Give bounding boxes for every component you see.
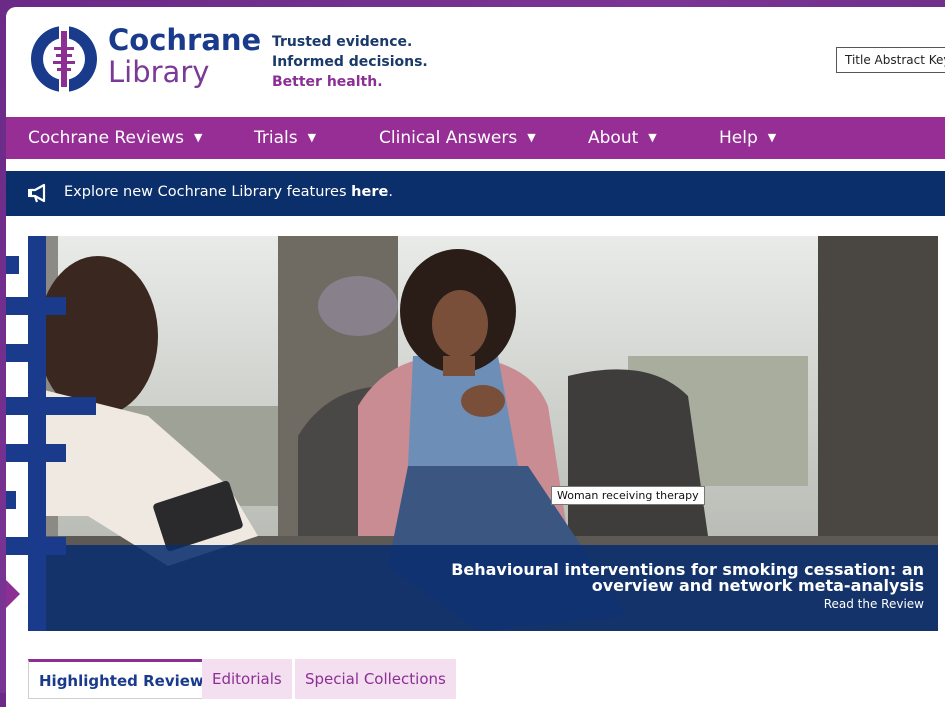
decor-bar bbox=[28, 236, 46, 631]
decor-bar bbox=[6, 344, 46, 362]
nav-item-cochrane-reviews[interactable]: Cochrane Reviews ▼ bbox=[28, 117, 202, 159]
image-tooltip: Woman receiving therapy bbox=[551, 486, 705, 505]
tab-special-collections[interactable]: Special Collections bbox=[295, 659, 456, 699]
hero-caption[interactable]: Behavioural interventions for smoking ce… bbox=[46, 545, 938, 631]
read-review-link[interactable]: Read the Review bbox=[824, 597, 924, 611]
tagline: Trusted evidence. Informed decisions. Be… bbox=[272, 32, 428, 92]
nav-item-clinical-answers[interactable]: Clinical Answers ▼ bbox=[379, 117, 536, 159]
tab-editorials[interactable]: Editorials bbox=[202, 659, 292, 699]
brand-name[interactable]: Cochrane bbox=[108, 25, 261, 55]
announcement-bar: Explore new Cochrane Library features he… bbox=[6, 171, 945, 216]
announcement-suffix: . bbox=[388, 184, 393, 200]
caret-down-icon: ▼ bbox=[767, 131, 777, 144]
search-scope-select[interactable]: Title Abstract Keyword bbox=[836, 47, 945, 73]
nav-item-about[interactable]: About ▼ bbox=[588, 117, 657, 159]
nav-item-label: About bbox=[588, 128, 639, 148]
main-nav: Cochrane Reviews ▼ Trials ▼ Clinical Answe… bbox=[6, 117, 945, 159]
megaphone-icon bbox=[28, 183, 46, 203]
decor-bar bbox=[6, 444, 66, 462]
announcement-link[interactable]: here bbox=[351, 184, 388, 200]
caret-down-icon: ▼ bbox=[307, 131, 317, 144]
caret-down-icon: ▼ bbox=[648, 131, 657, 144]
nav-item-help[interactable]: Help ▼ bbox=[719, 117, 776, 159]
browser-page: Cochrane Library Trusted evidence. Infor… bbox=[6, 7, 945, 707]
nav-item-trials[interactable]: Trials ▼ bbox=[254, 117, 316, 159]
nav-item-label: Help bbox=[719, 128, 758, 148]
decor-bar bbox=[6, 537, 66, 555]
announcement-text: Explore new Cochrane Library features he… bbox=[64, 184, 393, 200]
brand-subname[interactable]: Library bbox=[108, 57, 209, 87]
decor-bar bbox=[6, 491, 16, 509]
tagline-line-3: Better health. bbox=[272, 74, 383, 90]
decor-bar bbox=[6, 297, 66, 315]
nav-item-label: Trials bbox=[254, 128, 298, 148]
tagline-line-2: Informed decisions. bbox=[272, 54, 428, 70]
hero-carousel[interactable]: Behavioural interventions for smoking ce… bbox=[28, 236, 938, 631]
caret-down-icon: ▼ bbox=[527, 131, 536, 144]
decor-bar bbox=[6, 256, 19, 274]
tab-highlighted-reviews[interactable]: Highlighted Reviews bbox=[28, 659, 224, 699]
site-header: Cochrane Library Trusted evidence. Infor… bbox=[6, 7, 945, 117]
decor-bar bbox=[6, 397, 96, 415]
tagline-line-1: Trusted evidence. bbox=[272, 34, 413, 50]
content-tabs: Highlighted Reviews Editorials Special C… bbox=[6, 659, 945, 707]
carousel-prev-arrow-icon[interactable] bbox=[6, 580, 20, 608]
nav-item-label: Clinical Answers bbox=[379, 128, 518, 148]
caret-down-icon: ▼ bbox=[193, 131, 203, 144]
announcement-message: Explore new Cochrane Library features bbox=[64, 184, 352, 200]
cochrane-logo-icon[interactable] bbox=[28, 23, 100, 95]
nav-item-label: Cochrane Reviews bbox=[28, 128, 184, 148]
hero-title[interactable]: Behavioural interventions for smoking ce… bbox=[404, 562, 924, 594]
